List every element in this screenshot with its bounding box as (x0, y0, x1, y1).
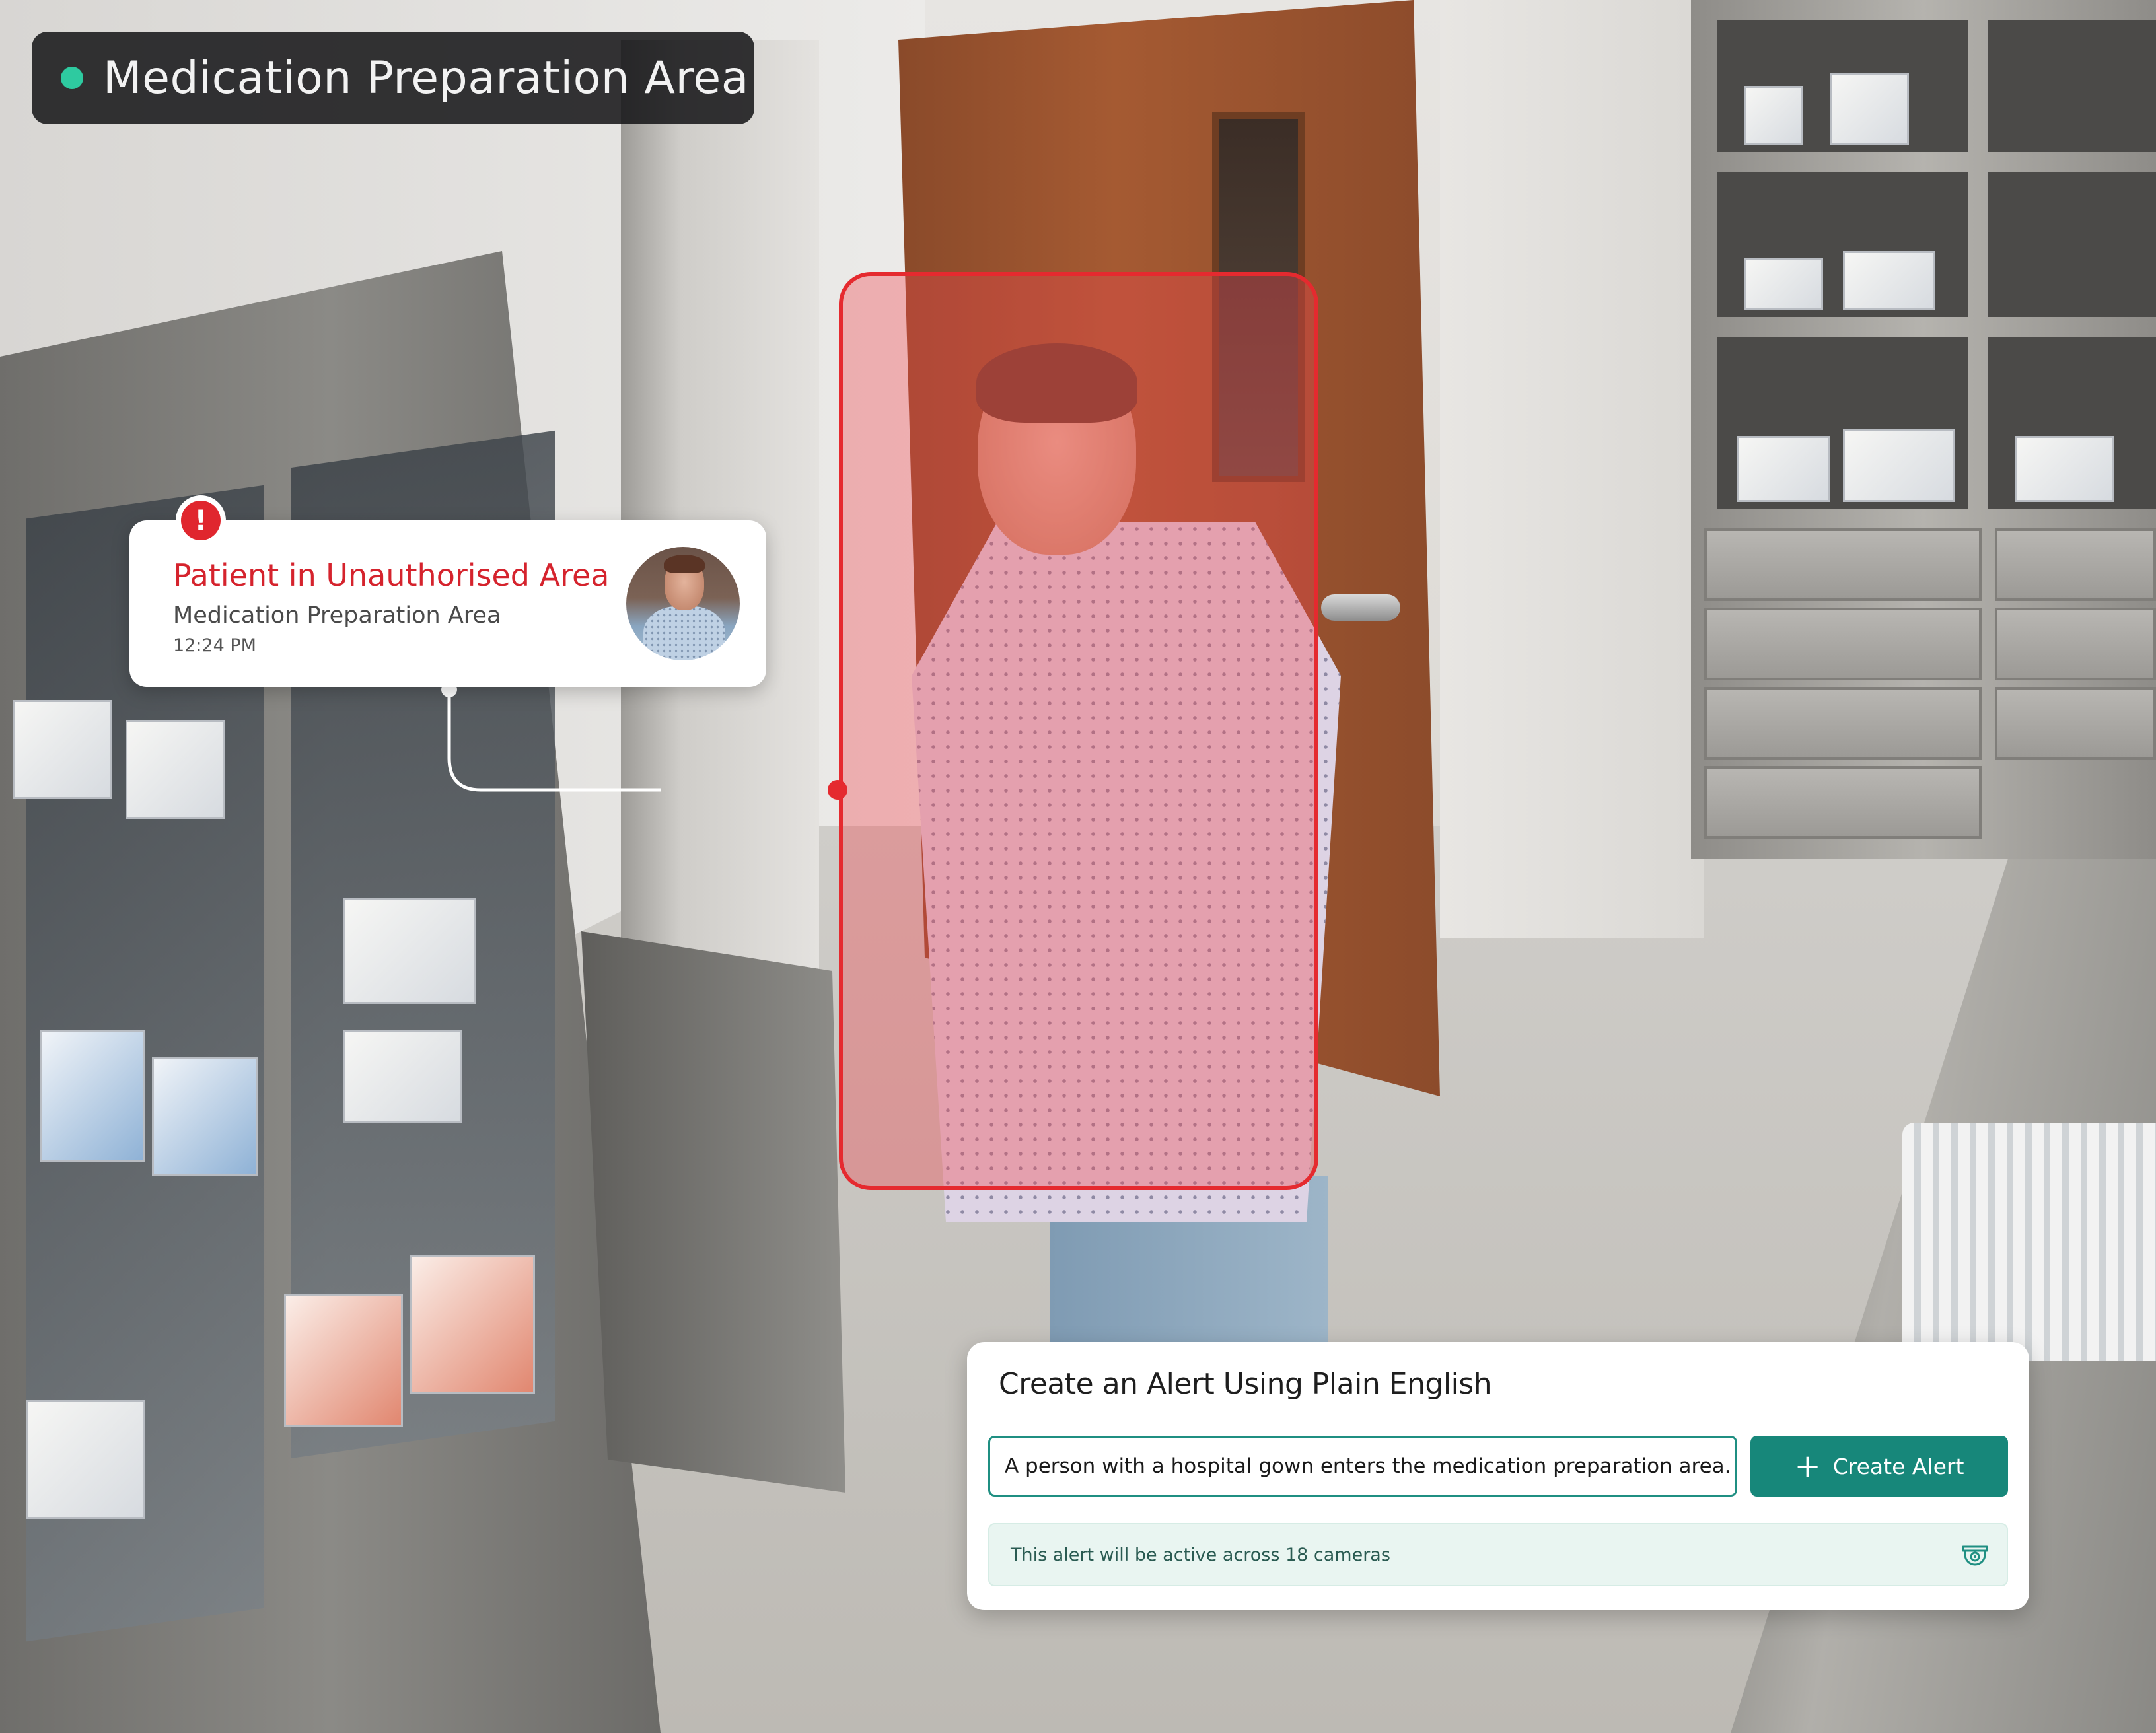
camera-coverage-text: This alert will be active across 18 came… (1011, 1544, 1390, 1565)
alert-timestamp: 12:24 PM (173, 635, 256, 656)
create-alert-panel: Create an Alert Using Plain English A pe… (967, 1342, 2029, 1610)
camera-coverage-info: This alert will be active across 18 came… (988, 1523, 2008, 1586)
plus-icon: + (1794, 1448, 1821, 1485)
person-snapshot-avatar[interactable] (626, 547, 740, 660)
create-alert-button[interactable]: + Create Alert (1750, 1436, 2008, 1497)
exclamation-icon: ! (181, 501, 221, 540)
alert-prompt-input[interactable]: A person with a hospital gown enters the… (988, 1436, 1737, 1497)
detection-bounding-box (839, 272, 1318, 1190)
camera-location-label: Medication Preparation Area (103, 52, 749, 104)
live-status-dot (61, 67, 83, 89)
create-alert-title: Create an Alert Using Plain English (999, 1367, 1492, 1401)
shelving-unit (1691, 0, 2156, 859)
alert-location: Medication Preparation Area (173, 602, 501, 629)
camera-location-badge: Medication Preparation Area (32, 32, 754, 124)
alert-notification-card[interactable]: Patient in Unauthorised Area Medication … (129, 520, 766, 687)
create-alert-button-label: Create Alert (1832, 1453, 1964, 1479)
supply-cart (581, 931, 845, 1493)
supply-basket (1902, 1123, 2156, 1361)
alert-prompt-value: A person with a hospital gown enters the… (1005, 1454, 1731, 1478)
alert-warning-badge: ! (176, 495, 226, 546)
doorframe (621, 40, 819, 997)
alert-title: Patient in Unauthorised Area (173, 557, 610, 593)
wall-right (1440, 0, 1704, 938)
door-handle (1321, 594, 1400, 621)
security-camera-icon[interactable] (1960, 1543, 1990, 1569)
